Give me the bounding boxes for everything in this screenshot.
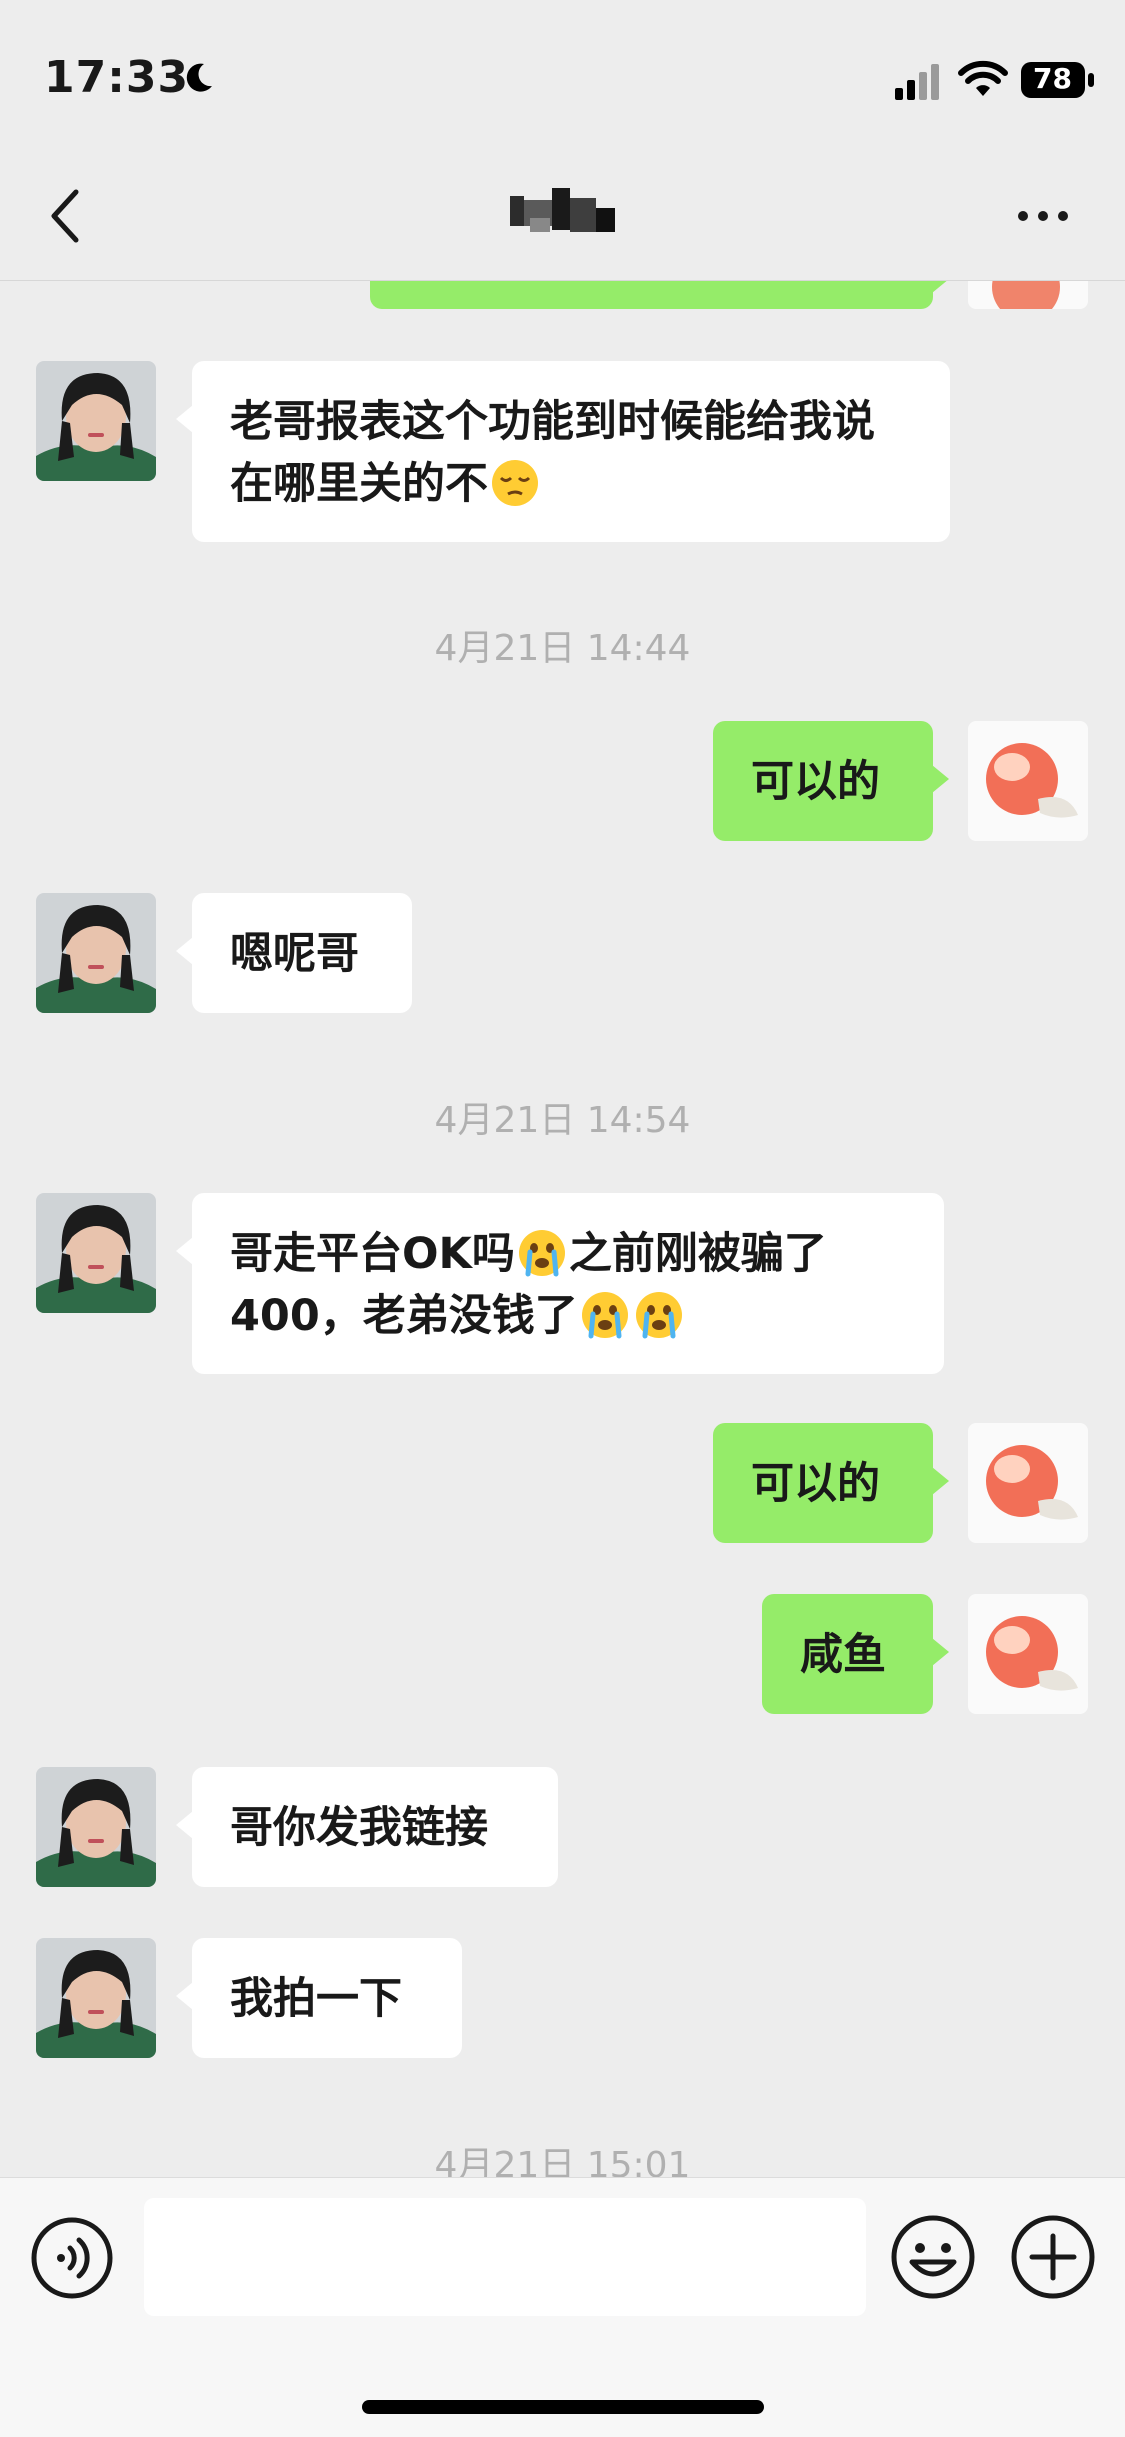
cellular-signal-icon [895,64,939,100]
crying-face-emoji [581,1292,628,1339]
chat-header [0,150,1125,281]
message-bubble-incoming[interactable]: 嗯呢哥 [176,893,412,1013]
my-avatar-peach[interactable] [968,1594,1088,1714]
wifi-icon [958,60,1008,96]
message-bubble-incoming[interactable]: 老哥报表这个功能到时候能给我说在哪里关的不 [176,361,950,542]
timestamp: 4月21日 15:01 [434,2145,691,2177]
message-bubble-outgoing[interactable] [370,281,949,309]
sleepy-face-emoji [492,460,538,506]
contact-avatar[interactable] [36,1767,156,1887]
my-avatar-peach[interactable] [968,281,1088,309]
contact-avatar[interactable] [36,893,156,1013]
input-bar [0,2177,1125,2437]
plus-icon[interactable] [1010,2214,1096,2300]
battery-level: 78 [1033,62,1072,95]
status-bar: 17:33 78 [0,0,1125,150]
crying-face-emoji [518,1230,565,1277]
contact-avatar[interactable] [36,1193,156,1313]
status-time: 17:33 [44,52,190,103]
timestamp: 4月21日 14:44 [434,628,691,669]
message-bubble-outgoing[interactable]: 可以的 [713,1423,949,1543]
timestamp: 4月21日 14:54 [434,1100,691,1141]
my-avatar-peach[interactable] [968,1423,1088,1543]
message-bubble-incoming[interactable]: 我拍一下 [176,1938,462,2058]
contact-avatar[interactable] [36,361,156,481]
message-bubble-outgoing[interactable]: 咸鱼 [762,1594,949,1714]
message-bubble-outgoing[interactable]: 可以的 [713,721,949,841]
ellipsis-icon[interactable] [1015,206,1071,226]
message-list[interactable]: 老哥报表这个功能到时候能给我说在哪里关的不 4月21日 14:44 可以的 嗯呢… [0,281,1125,2177]
my-avatar-peach[interactable] [968,721,1088,841]
contact-avatar[interactable] [36,1938,156,2058]
voice-icon[interactable] [30,2216,114,2300]
emoji-icon[interactable] [890,2214,976,2300]
crying-face-emoji [635,1292,682,1339]
message-bubble-incoming[interactable]: 哥你发我链接 [176,1767,558,1887]
home-indicator [362,2400,764,2414]
chat-title-redacted [510,188,615,232]
message-bubble-incoming[interactable]: 哥走平台OK吗 之前刚被骗了400，老弟没钱了 [176,1193,944,1374]
moon-icon [186,63,212,92]
chevron-left-icon[interactable] [44,186,84,246]
message-input[interactable] [144,2198,866,2316]
